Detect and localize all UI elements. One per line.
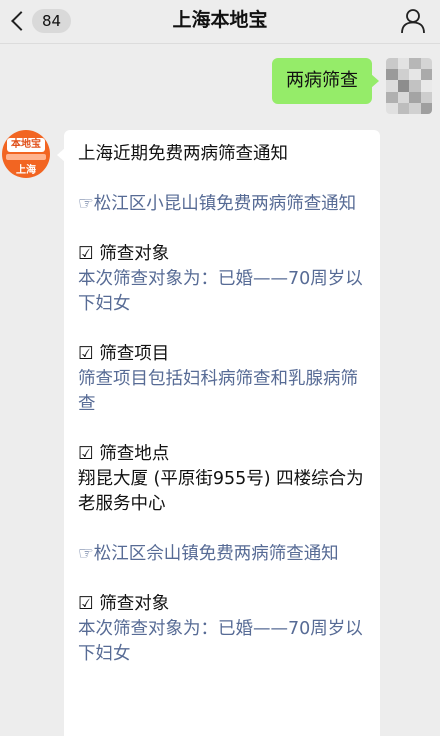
s1-target-heading: ☑ 筛查对象 — [78, 244, 170, 264]
message-title: 上海近期免费两病筛查通知 — [78, 144, 288, 164]
section1-link[interactable]: ☞松江区小昆山镇免费两病筛查通知 — [78, 192, 366, 217]
section2-link[interactable]: ☞松江区佘山镇免费两病筛查通知 — [78, 542, 366, 567]
s1-target-block: ☑ 筛查对象 本次筛查对象为：已婚——70周岁以下妇女 — [78, 242, 366, 317]
s1-place-heading: ☑ 筛查地点 — [78, 444, 170, 464]
outgoing-message-row: 两病筛查 — [272, 58, 432, 114]
official-account-avatar[interactable]: 本地宝 上海 — [2, 130, 50, 178]
incoming-message-bubble: 上海近期免费两病筛查通知 ☞松江区小昆山镇免费两病筛查通知 ☑ 筛查对象 本次筛… — [57, 130, 380, 736]
message-title-block: 上海近期免费两病筛查通知 — [78, 142, 366, 167]
s2-target-text: 本次筛查对象为：已婚——70周岁以下妇女 — [78, 619, 363, 664]
brand-city-label: 上海 — [16, 165, 36, 176]
brand-logo-strip — [6, 154, 46, 160]
outgoing-message-bubble[interactable]: 两病筛查 — [272, 58, 379, 104]
s1-target-text: 本次筛查对象为：已婚——70周岁以下妇女 — [78, 269, 363, 314]
section2-link-block: ☞松江区佘山镇免费两病筛查通知 — [78, 542, 366, 567]
brand-logo-text: 本地宝 — [7, 138, 45, 152]
s2-target-heading: ☑ 筛查对象 — [78, 594, 170, 614]
chat-title: 上海本地宝 — [172, 9, 268, 31]
s1-items-heading: ☑ 筛查项目 — [78, 344, 170, 364]
s1-items-block: ☑ 筛查项目 筛查项目包括妇科病筛查和乳腺病筛查 — [78, 342, 366, 417]
s2-target-block: ☑ 筛查对象 本次筛查对象为：已婚——70周岁以下妇女 — [78, 592, 366, 667]
self-avatar[interactable] — [386, 58, 432, 114]
profile-icon[interactable] — [400, 8, 426, 34]
s1-place-text: 翔昆大厦 (平原街955号) 四楼综合为老服务中心 — [78, 469, 364, 514]
top-bar: 84 上海本地宝 — [0, 0, 440, 44]
section1-link-block: ☞松江区小昆山镇免费两病筛查通知 — [78, 192, 366, 217]
s1-items-text: 筛查项目包括妇科病筛查和乳腺病筛查 — [78, 369, 358, 414]
s1-place-block: ☑ 筛查地点 翔昆大厦 (平原街955号) 四楼综合为老服务中心 — [78, 442, 366, 517]
